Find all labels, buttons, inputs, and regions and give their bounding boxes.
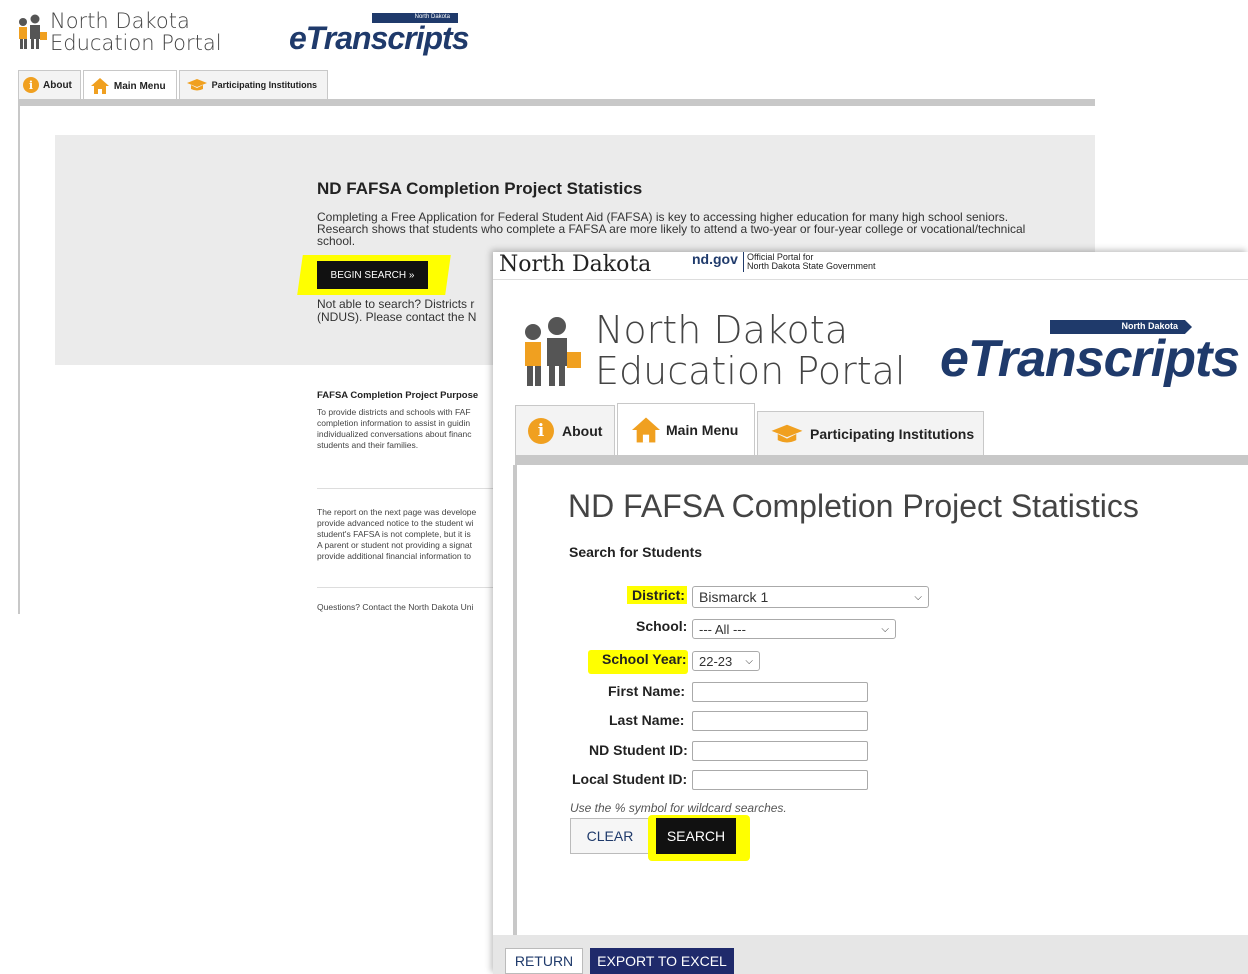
tab-about[interactable]: i About	[515, 405, 615, 455]
tab-about[interactable]: i About	[18, 70, 81, 99]
divider	[317, 488, 495, 489]
info-icon: i	[23, 77, 39, 93]
intro-paragraph: Completing a Free Application for Federa…	[317, 210, 1026, 248]
tab-participating-institutions[interactable]: Participating Institutions	[178, 70, 329, 99]
left-border	[18, 106, 20, 614]
school-year-label: School Year:	[602, 651, 687, 667]
logo-line2: Education Portal	[50, 31, 222, 55]
first-name-label: First Name:	[608, 683, 686, 699]
page-title: ND FAFSA Completion Project Statistics	[568, 488, 1139, 524]
logo-line1: North Dakota	[595, 308, 848, 352]
left-border	[513, 465, 517, 935]
last-name-label: Last Name:	[609, 712, 685, 728]
school-label: School:	[636, 618, 688, 634]
export-to-excel-button[interactable]: EXPORT TO EXCEL	[590, 948, 734, 974]
tab-participating-institutions[interactable]: Participating Institutions	[757, 411, 984, 455]
purpose-paragraph: To provide districts and schools with FA…	[317, 407, 472, 450]
first-name-input[interactable]	[692, 682, 868, 702]
purpose-heading: FAFSA Completion Project Purpose	[317, 390, 479, 401]
etranscripts-logo: eTranscripts	[289, 20, 469, 56]
info-icon: i	[528, 417, 554, 444]
begin-search-button[interactable]: BEGIN SEARCH »	[317, 261, 428, 289]
divider	[317, 587, 495, 588]
questions-text: Questions? Contact the North Dakota Uni	[317, 602, 474, 612]
district-label: District:	[632, 587, 685, 603]
tab-main-menu[interactable]: Main Menu	[82, 70, 177, 101]
chevron-down-icon: ⌵	[881, 623, 889, 635]
local-student-id-label: Local Student ID:	[572, 771, 688, 787]
chevron-down-icon: ⌵	[914, 591, 922, 603]
tab-underline	[18, 99, 1095, 106]
etranscripts-logo: eTranscripts	[940, 330, 1240, 388]
tab-main-menu[interactable]: Main Menu	[617, 403, 755, 455]
local-student-id-input[interactable]	[692, 770, 868, 790]
page-title: ND FAFSA Completion Project Statistics	[317, 179, 643, 198]
logo-line2: Education Portal	[595, 349, 906, 393]
house-icon	[632, 417, 660, 442]
search-button[interactable]: SEARCH	[656, 818, 736, 854]
not-able-text-2: (NDUS). Please contact the N	[317, 310, 477, 324]
section-subtitle: Search for Students	[569, 544, 703, 560]
return-button[interactable]: RETURN	[505, 948, 583, 974]
nd-student-id-label: ND Student ID:	[589, 742, 688, 758]
clear-button[interactable]: CLEAR	[570, 818, 650, 854]
last-name-input[interactable]	[692, 711, 868, 731]
logo-line1: North Dakota	[50, 9, 190, 33]
school-year-select[interactable]: 22-23 ⌵	[692, 651, 760, 671]
tab-underline	[515, 455, 1248, 465]
chevron-down-icon: ⌵	[745, 655, 753, 667]
nd-student-id-input[interactable]	[692, 741, 868, 761]
report-paragraph: The report on the next page was develope…	[317, 507, 477, 561]
school-select[interactable]: --- All --- ⌵	[692, 619, 896, 639]
family-logo-icon	[508, 316, 590, 388]
topbar-divider	[493, 279, 1248, 280]
official-portal-text: Official Portal for North Dakota State G…	[747, 252, 876, 271]
family-logo-icon	[14, 14, 48, 50]
district-select[interactable]: Bismarck 1 ⌵	[692, 586, 929, 608]
house-icon	[90, 78, 109, 94]
graduation-cap-icon	[771, 424, 803, 442]
ndgov-divider	[743, 252, 744, 272]
nd-state-label: North Dakota	[499, 252, 652, 277]
graduation-cap-icon	[186, 79, 207, 91]
ndgov-logo[interactable]: nd.gov	[692, 251, 738, 267]
wildcard-hint: Use the % symbol for wildcard searches.	[570, 801, 787, 815]
